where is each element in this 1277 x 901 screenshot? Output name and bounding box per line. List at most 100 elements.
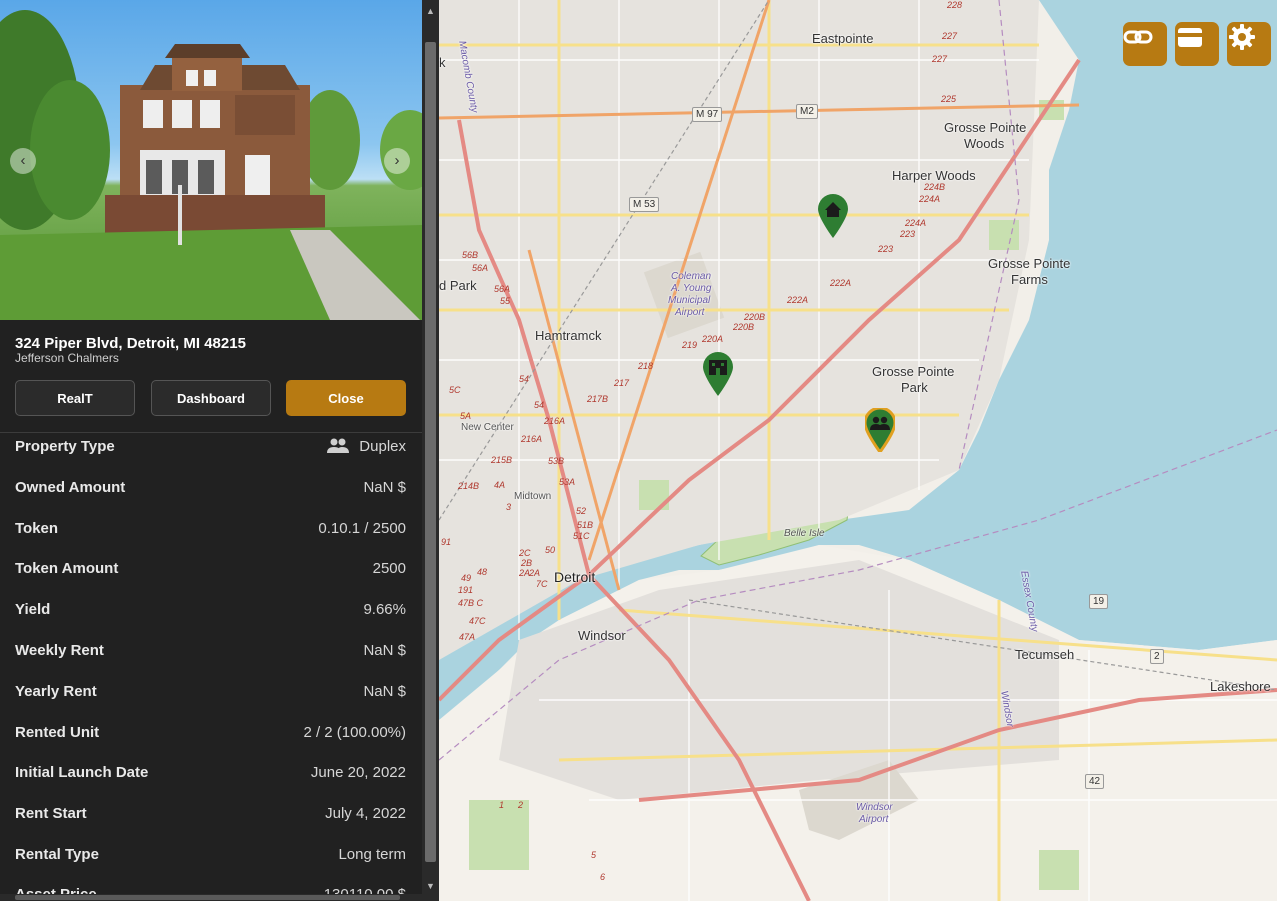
exit-label: 218 (638, 361, 654, 371)
exit-label: 53A (559, 477, 576, 487)
property-marker-selected[interactable] (865, 408, 895, 452)
detail-value: NaN $ (363, 682, 406, 700)
scroll-down-arrow-icon[interactable]: ▼ (422, 878, 439, 894)
exit-label: 3 (506, 502, 512, 512)
detail-label: Yearly Rent (15, 682, 97, 700)
road-shield-m97: M 97 (692, 107, 723, 122)
map-label-grosse-pointe-farms: Grosse Pointe (988, 256, 1071, 271)
exit-label: 47A (459, 632, 476, 642)
exit-label: 216A (544, 416, 566, 426)
property-neighborhood: Jefferson Chalmers (15, 351, 119, 365)
map-label-tecumseh: Tecumseh (1015, 647, 1075, 662)
exit-label: 52 (576, 506, 587, 516)
horizontal-scrollbar[interactable] (0, 894, 422, 901)
link-icon (1123, 30, 1153, 44)
detail-label: Yield (15, 600, 51, 618)
dashboard-button[interactable]: Dashboard (151, 380, 271, 416)
detail-value: 2 / 2 (100.00%) (303, 723, 406, 741)
exit-label: 227 (932, 54, 948, 64)
property-marker-home[interactable] (818, 194, 848, 238)
detail-label: Weekly Rent (15, 641, 104, 659)
map-label-coleman-airport: Coleman (671, 271, 712, 282)
exit-label: 56B (462, 250, 479, 260)
map-label-grosse-pointe-farms-2: Farms (1011, 272, 1048, 287)
map-label-belle-isle: Belle Isle (784, 528, 825, 539)
exit-label: 225 (941, 94, 957, 104)
detail-value: NaN $ (363, 478, 406, 496)
detail-row-yearly-rent: Yearly Rent NaN $ (15, 680, 406, 702)
exit-label: 223 (878, 244, 894, 254)
exit-label: 220A (702, 334, 724, 344)
map-base-layer (439, 0, 1277, 901)
exit-label: 56A (472, 263, 489, 273)
exit-label: 224A (919, 194, 941, 204)
map-label-midtown: Midtown (514, 491, 552, 502)
exit-label: 228 (947, 0, 963, 10)
settings-button[interactable] (1227, 22, 1271, 66)
detail-row-rental-type: Rental Type Long term (15, 843, 406, 865)
map-label-grosse-pointe-park-2: Park (901, 380, 928, 395)
sidebar-scrollbar[interactable]: ▲ ▼ (422, 0, 439, 901)
detail-row-token: Token 0.10.1 / 2500 (15, 517, 406, 539)
photo-next-button[interactable]: › (384, 148, 410, 174)
exit-label: 222A (787, 295, 809, 305)
detail-label: Rented Unit (15, 723, 100, 741)
link-button[interactable] (1123, 22, 1167, 66)
detail-label: Owned Amount (15, 478, 126, 496)
exit-label: 219 (682, 340, 698, 350)
exit-label: 223 (900, 229, 916, 239)
close-button[interactable]: Close (286, 380, 406, 416)
sidebar-scrollbar-thumb[interactable] (425, 42, 436, 862)
exit-label: 5A (460, 411, 472, 421)
exit-label: 5 (591, 850, 597, 860)
map-label-new-center: New Center (461, 422, 514, 433)
map-label-grosse-pointe-park: Grosse Pointe (872, 364, 955, 379)
detail-row-property-type: Property Type Duplex (15, 435, 406, 457)
map-label-windsor-airport-2: Airport (859, 814, 889, 825)
wallet-button[interactable] (1175, 22, 1219, 66)
detail-label: Property Type (15, 437, 115, 455)
gear-icon (1229, 24, 1255, 50)
map-label-fragment: k (439, 55, 446, 70)
detail-label: Token Amount (15, 559, 119, 577)
map-label-grosse-pointe-woods-2: Woods (964, 136, 1005, 151)
detail-value: July 4, 2022 (325, 804, 406, 822)
exit-label: 5C (449, 385, 461, 395)
exit-label: 2 (518, 800, 524, 810)
detail-value: June 20, 2022 (310, 763, 406, 781)
road-shield-2: 2 (1150, 649, 1164, 664)
exit-label: 220B (744, 312, 766, 322)
detail-row-token-amount: Token Amount 2500 (15, 557, 406, 579)
house-photo-illustration (0, 10, 422, 320)
exit-label: 2A (529, 568, 541, 578)
map-label-park-fragment: d Park (439, 278, 477, 293)
map-label-grosse-pointe-woods: Grosse Pointe (944, 120, 1027, 135)
scroll-up-arrow-icon[interactable]: ▲ (422, 3, 439, 19)
realt-button[interactable]: RealT (15, 380, 135, 416)
detail-value: Long term (338, 845, 406, 863)
photo-prev-button[interactable]: ‹ (10, 148, 36, 174)
property-details-list: Property Type Duplex Owned Amount NaN $ … (0, 432, 422, 901)
exit-label: 7C (536, 579, 548, 589)
exit-label: 2B (521, 558, 533, 568)
map-label-eastpointe: Eastpointe (812, 31, 874, 46)
exit-label: 48 (477, 567, 488, 577)
road-shield-19: 19 (1089, 594, 1109, 609)
property-photo: ‹ › (0, 0, 422, 320)
map-label-hamtramck: Hamtramck (535, 328, 602, 343)
exit-label: 222A (830, 278, 852, 288)
exit-label: 4A (494, 480, 506, 490)
horizontal-scrollbar-thumb[interactable] (15, 895, 400, 900)
detail-row-initial-launch-date: Initial Launch Date June 20, 2022 (15, 761, 406, 783)
exit-label: 47C (469, 616, 486, 626)
map-label-lakeshore: Lakeshore (1210, 679, 1271, 694)
map-view[interactable]: Eastpointe Grosse Pointe Woods Harper Wo… (439, 0, 1277, 901)
map-label-harper-woods: Harper Woods (892, 168, 976, 183)
exit-label: 54 (534, 400, 545, 410)
exit-label: 55 (500, 296, 511, 306)
exit-label: 217 (614, 378, 630, 388)
property-sidebar: ‹ › 324 Piper Blvd, Detroit, MI 48215 Je… (0, 0, 422, 901)
detail-value: 0.10.1 / 2500 (318, 519, 406, 537)
property-marker-building[interactable] (703, 352, 733, 396)
exit-label: 54 (519, 374, 530, 384)
